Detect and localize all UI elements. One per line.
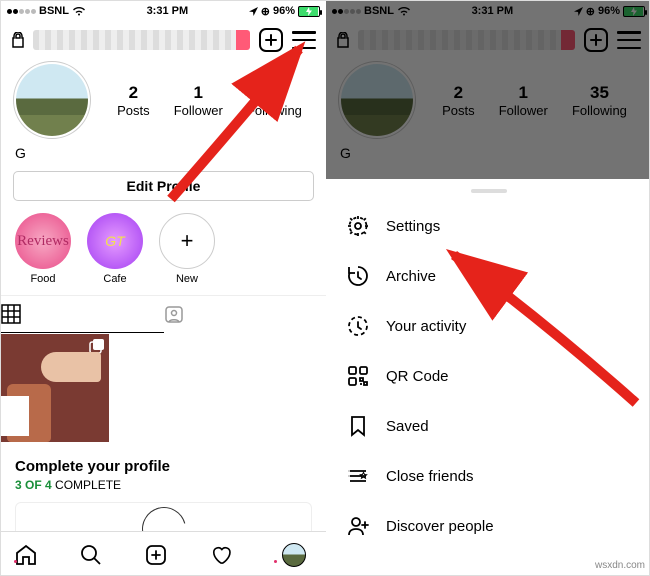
lock-icon xyxy=(336,32,350,48)
tagged-tab[interactable] xyxy=(164,296,327,333)
profile-screen: BSNL 3:31 PM ⊕ 96% 2 Posts xyxy=(1,1,326,576)
menu-discover[interactable]: Discover people xyxy=(326,501,650,551)
posts-stat[interactable]: 2 Posts xyxy=(117,83,150,118)
heart-icon xyxy=(209,543,233,567)
profile-avatar xyxy=(338,61,416,139)
complete-profile-title: Complete your profile xyxy=(15,458,312,475)
nav-home[interactable] xyxy=(14,543,54,567)
wifi-icon xyxy=(72,6,86,16)
lock-icon xyxy=(11,32,25,48)
create-icon xyxy=(144,543,168,567)
hamburger-menu-button xyxy=(617,31,641,49)
menu-archive-label: Archive xyxy=(386,268,436,285)
menu-settings-label: Settings xyxy=(386,218,440,235)
close-friends-icon xyxy=(346,464,370,488)
profile-stats-row: 2 Posts 1 Follower 35 Following xyxy=(1,61,326,139)
posts-count: 2 xyxy=(117,83,150,103)
home-icon xyxy=(14,543,38,567)
followers-label: Follower xyxy=(174,103,223,118)
complete-profile-progress: 3 OF 4 COMPLETE xyxy=(15,478,312,492)
menu-archive[interactable]: Archive xyxy=(326,251,650,301)
hamburger-menu-button[interactable] xyxy=(292,31,316,49)
username-dropdown xyxy=(358,30,575,50)
posts-label: Posts xyxy=(117,103,150,118)
highlight-cafe-label: Cafe xyxy=(87,273,143,285)
story-highlights: Reviews Food GT Cafe + New xyxy=(1,201,326,295)
menu-close-friends-label: Close friends xyxy=(386,468,474,485)
menu-settings[interactable]: Settings xyxy=(326,201,650,251)
following-label: Following xyxy=(247,103,302,118)
nav-search[interactable] xyxy=(79,543,119,567)
bottom-nav xyxy=(1,531,326,576)
plus-icon: + xyxy=(159,213,215,269)
status-bar: BSNL 3:31 PM ⊕ 96% xyxy=(326,1,650,21)
discover-people-icon xyxy=(346,514,370,538)
followers-count: 1 xyxy=(174,83,223,103)
status-bar: BSNL 3:31 PM ⊕ 96% xyxy=(1,1,326,21)
menu-close-friends[interactable]: Close friends xyxy=(326,451,650,501)
profile-avatar[interactable] xyxy=(13,61,91,139)
grid-icon xyxy=(1,304,21,324)
following-count: 35 xyxy=(247,83,302,103)
following-stat[interactable]: 35 Following xyxy=(247,83,302,118)
highlight-food[interactable]: Reviews Food xyxy=(15,213,71,285)
profile-avatar-icon xyxy=(282,543,306,567)
menu-discover-label: Discover people xyxy=(386,518,494,535)
sheet-grabber[interactable] xyxy=(471,189,507,193)
menu-sheet-screen: BSNL 3:31 PM ⊕ 96% 2Posts 1Follower 35Fo… xyxy=(326,1,650,576)
menu-qrcode-label: QR Code xyxy=(386,368,449,385)
bookmark-icon xyxy=(346,414,370,438)
highlight-new-label: New xyxy=(159,273,215,285)
highlight-food-cover: Reviews xyxy=(15,213,71,269)
grid-tab[interactable] xyxy=(1,296,164,333)
archive-icon xyxy=(346,264,370,288)
highlight-cafe[interactable]: GT Cafe xyxy=(87,213,143,285)
display-name: G xyxy=(1,139,326,171)
menu-qrcode[interactable]: QR Code xyxy=(326,351,650,401)
post-thumbnail[interactable] xyxy=(1,334,109,442)
profile-tabs xyxy=(1,295,326,333)
battery-pct: 96% xyxy=(273,5,295,17)
watermark: wsxdn.com xyxy=(595,560,645,571)
signal-dots-icon xyxy=(7,9,36,14)
highlight-new[interactable]: + New xyxy=(159,213,215,285)
clock-label: 3:31 PM xyxy=(147,5,189,17)
options-sheet: Settings Archive Your activity QR Code S… xyxy=(326,179,650,576)
tagged-icon xyxy=(164,304,184,324)
wifi-icon xyxy=(397,6,411,16)
followers-stat[interactable]: 1 Follower xyxy=(174,83,223,118)
qrcode-icon xyxy=(346,364,370,388)
battery-icon xyxy=(298,6,320,17)
create-button[interactable] xyxy=(258,27,284,53)
nav-activity[interactable] xyxy=(209,543,249,567)
menu-activity-label: Your activity xyxy=(386,318,466,335)
nav-profile[interactable] xyxy=(274,543,314,567)
username-dropdown[interactable] xyxy=(33,30,250,50)
search-icon xyxy=(79,543,103,567)
menu-saved[interactable]: Saved xyxy=(326,401,650,451)
menu-activity[interactable]: Your activity xyxy=(326,301,650,351)
gear-icon xyxy=(346,214,370,238)
edit-profile-button[interactable]: Edit Profile xyxy=(13,171,314,201)
location-icon xyxy=(249,7,258,16)
create-button xyxy=(583,27,609,53)
highlight-cafe-cover: GT xyxy=(87,213,143,269)
profile-header xyxy=(1,21,326,61)
location-icon xyxy=(574,7,583,16)
battery-icon xyxy=(623,6,645,17)
carrier-label: BSNL xyxy=(39,5,69,17)
activity-icon xyxy=(346,314,370,338)
highlight-food-label: Food xyxy=(15,273,71,285)
nav-create[interactable] xyxy=(144,543,184,567)
menu-saved-label: Saved xyxy=(386,418,429,435)
